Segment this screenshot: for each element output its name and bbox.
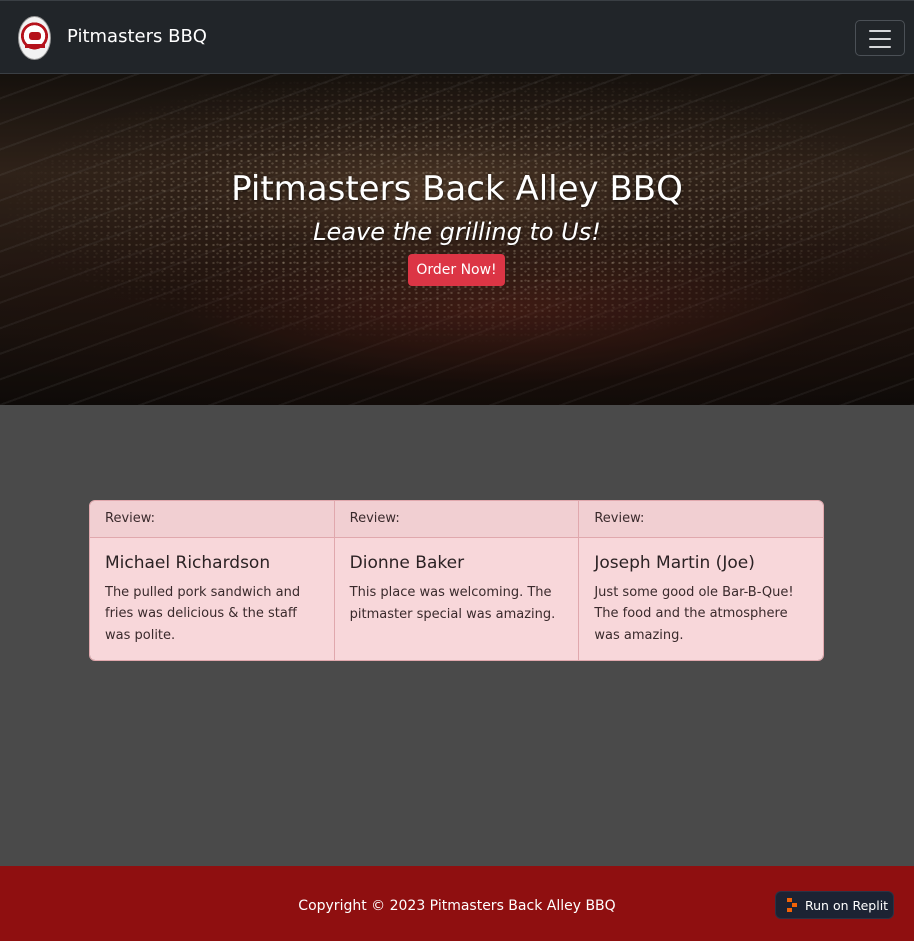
review-card-header: Review:: [90, 501, 334, 538]
review-card: Review: Dionne Baker This place was welc…: [334, 501, 580, 660]
navbar-toggle-button[interactable]: [855, 20, 905, 56]
reviews-card-group: Review: Michael Richardson The pulled po…: [89, 500, 824, 661]
replit-icon: [787, 898, 798, 912]
brand-name[interactable]: Pitmasters BBQ: [67, 25, 207, 49]
review-card-header: Review:: [579, 501, 823, 538]
hamburger-icon: [869, 38, 891, 40]
run-on-replit-button[interactable]: Run on Replit: [775, 891, 894, 919]
review-text: This place was welcoming. The pitmaster …: [349, 585, 556, 622]
hamburger-icon: [869, 46, 891, 48]
review-card-header: Review:: [334, 501, 579, 538]
run-on-replit-label: Run on Replit: [805, 897, 889, 913]
review-text: Just some good ole Bar-B-Que! The food a…: [594, 584, 794, 643]
pig-icon: [29, 32, 41, 40]
pitmasters-logo-icon[interactable]: [18, 16, 51, 60]
hero-banner: Pitmasters Back Alley BBQ Leave the gril…: [0, 74, 914, 405]
hero-title: Pitmasters Back Alley BBQ: [231, 169, 683, 209]
logo-ribbon: [25, 44, 45, 48]
hero-subtitle: Leave the grilling to Us!: [313, 218, 601, 246]
top-navbar: Pitmasters BBQ: [0, 0, 914, 74]
review-card: Review: Joseph Martin (Joe) Just some go…: [579, 501, 823, 660]
reviewer-name: Michael Richardson: [105, 552, 271, 573]
hamburger-icon: [869, 30, 891, 32]
order-now-button[interactable]: Order Now!: [408, 254, 505, 286]
review-text: The pulled pork sandwich and fries was d…: [105, 584, 301, 643]
page-footer: Copyright © 2023 Pitmasters Back Alley B…: [0, 866, 914, 941]
reviewer-name: Dionne Baker: [349, 553, 465, 573]
review-card: Review: Michael Richardson The pulled po…: [90, 501, 335, 660]
reviewer-name: Joseph Martin (Joe): [594, 552, 755, 573]
